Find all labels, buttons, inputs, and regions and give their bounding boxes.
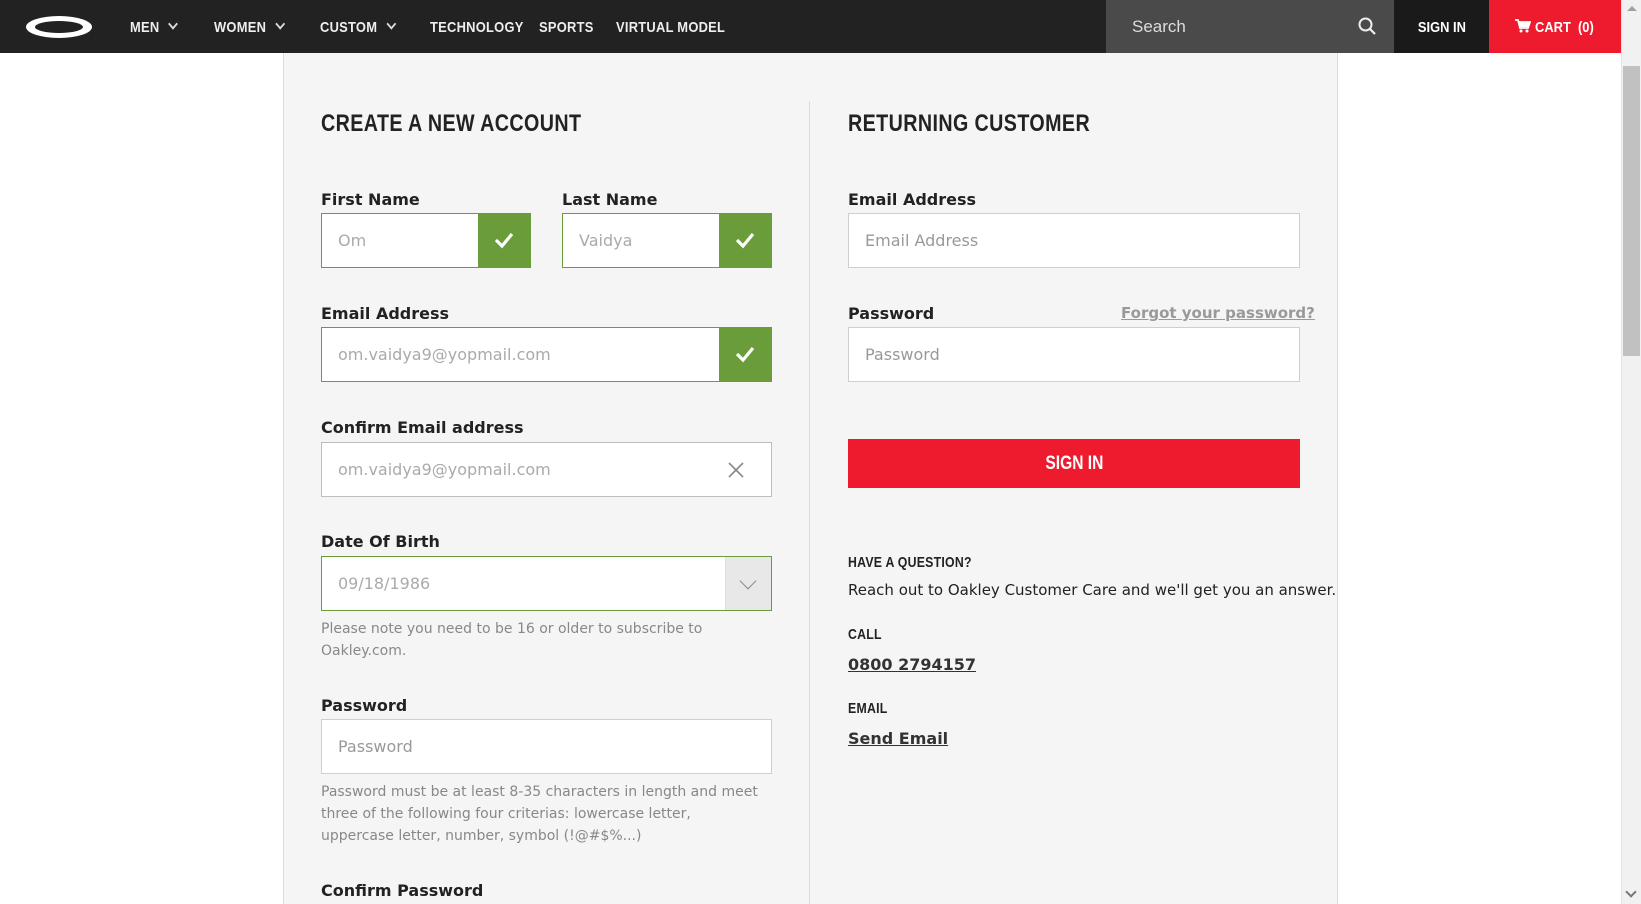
nav-item-label: SPORTS: [539, 19, 594, 36]
nav-item-label: TECHNOLOGY: [430, 19, 524, 36]
customer-care-text: Reach out to Oakley Customer Care and we…: [848, 581, 1337, 599]
password-label: Password: [321, 696, 408, 715]
forgot-password-link[interactable]: Forgot your password?: [1121, 304, 1315, 322]
confirm-email-label: Confirm Email address: [321, 418, 524, 437]
chevron-down-icon: [168, 18, 179, 30]
page-scrollbar[interactable]: [1621, 0, 1641, 904]
nav-item-custom[interactable]: CUSTOM: [320, 0, 396, 53]
returning-email-field: [848, 213, 1300, 268]
chevron-down-icon: [275, 18, 285, 30]
sign-in-label: SIGN IN: [1417, 19, 1466, 36]
valid-check-badge: [719, 328, 771, 381]
column-divider: [809, 101, 810, 904]
confirm-password-label: Confirm Password: [321, 881, 484, 900]
create-account-heading: CREATE A NEW ACCOUNT: [321, 110, 582, 137]
confirm-email-field: [321, 442, 772, 497]
first-name-label: First Name: [321, 190, 420, 209]
valid-check-badge: [478, 214, 530, 267]
last-name-field: [562, 213, 772, 268]
nav-item-label: VIRTUAL MODEL: [616, 19, 726, 36]
sign-in-button-label: SIGN IN: [1044, 453, 1103, 474]
checkmark-icon: [735, 346, 755, 363]
password-requirements-note: Password must be at least 8-35 character…: [321, 784, 758, 844]
scrollbar-thumb[interactable]: [1623, 66, 1640, 356]
cart-icon: [1515, 19, 1531, 33]
cart-button[interactable]: CART (0): [1489, 0, 1621, 53]
top-navigation: MEN WOMEN CUSTOM TECHNOLOGY SPORTS VIRTU…: [0, 0, 1621, 53]
email-field: [321, 327, 772, 382]
nav-item-virtual-model[interactable]: VIRTUAL MODEL: [616, 0, 725, 53]
dob-field: [321, 556, 772, 611]
search-input[interactable]: [1132, 0, 1362, 53]
sign-in-button[interactable]: SIGN IN: [848, 439, 1300, 488]
first-name-field: [321, 213, 531, 268]
cart-count: (0): [1578, 19, 1594, 36]
search-box: [1106, 0, 1394, 53]
returning-email-input[interactable]: [849, 214, 1299, 267]
nav-item-men[interactable]: MEN: [130, 0, 179, 53]
returning-customer-heading: RETURNING CUSTOMER: [848, 110, 1091, 137]
nav-item-sports[interactable]: SPORTS: [539, 0, 594, 53]
scroll-up-arrow-icon[interactable]: [1627, 6, 1637, 11]
email-label: Email Address: [321, 304, 450, 323]
returning-email-label: Email Address: [848, 190, 977, 209]
checkmark-icon: [735, 232, 755, 249]
dob-label: Date Of Birth: [321, 532, 440, 551]
confirm-email-input[interactable]: [322, 443, 771, 496]
clear-input-icon[interactable]: [727, 461, 745, 479]
search-icon[interactable]: [1358, 17, 1376, 35]
email-heading: EMAIL: [848, 700, 888, 717]
dob-dropdown-toggle[interactable]: [725, 557, 771, 610]
cart-label: CART (0): [1535, 0, 1594, 55]
returning-password-input[interactable]: [849, 328, 1299, 381]
checkmark-icon: [494, 232, 514, 249]
email-input[interactable]: [322, 328, 771, 381]
scroll-down-arrow-icon[interactable]: [1625, 886, 1637, 898]
nav-item-label: CUSTOM: [320, 19, 378, 36]
nav-item-label: MEN: [130, 19, 160, 36]
call-heading: CALL: [848, 626, 882, 643]
nav-item-women[interactable]: WOMEN: [214, 0, 285, 53]
dob-input[interactable]: [322, 557, 771, 610]
chevron-down-icon: [386, 18, 396, 30]
chevron-down-icon: [739, 572, 757, 590]
password-field: [321, 719, 772, 774]
phone-link[interactable]: 0800 2794157: [848, 655, 976, 674]
password-input[interactable]: [322, 720, 771, 773]
returning-password-label: Password: [848, 304, 935, 323]
last-name-label: Last Name: [562, 190, 658, 209]
cart-text: CART: [1535, 19, 1571, 36]
valid-check-badge: [719, 214, 771, 267]
nav-sign-in-link[interactable]: SIGN IN: [1394, 0, 1489, 53]
nav-item-technology[interactable]: TECHNOLOGY: [430, 0, 524, 53]
nav-item-label: WOMEN: [214, 19, 267, 36]
returning-password-field: [848, 327, 1300, 382]
oakley-logo[interactable]: [24, 15, 94, 39]
have-question-heading: HAVE A QUESTION?: [848, 554, 972, 571]
send-email-link[interactable]: Send Email: [848, 729, 948, 748]
dob-note: Please note you need to be 16 or older t…: [321, 621, 703, 659]
